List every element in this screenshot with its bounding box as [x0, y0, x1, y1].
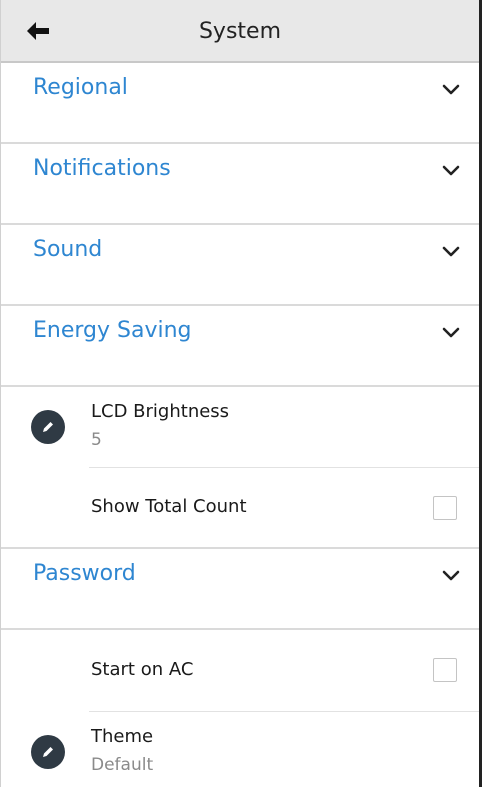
chevron-down-icon	[442, 84, 460, 95]
show-total-count-checkbox[interactable]	[433, 496, 457, 520]
start-on-ac-checkbox[interactable]	[433, 658, 457, 682]
chevron-down-icon	[442, 570, 460, 581]
settings-panel: System Regional Notifications Sound Ener…	[0, 0, 482, 787]
show-total-count-label: Show Total Count	[91, 496, 247, 517]
section-label-energy-saving: Energy Saving	[33, 318, 192, 343]
theme-value: Default	[91, 755, 154, 775]
section-label-sound: Sound	[33, 237, 103, 262]
setting-theme[interactable]: Theme Default	[1, 712, 479, 787]
setting-show-total-count[interactable]: Show Total Count	[1, 468, 479, 549]
lcd-brightness-value: 5	[91, 430, 102, 450]
setting-lcd-brightness[interactable]: LCD Brightness 5	[1, 387, 479, 468]
section-notifications[interactable]: Notifications	[1, 144, 479, 225]
chevron-down-icon	[442, 327, 460, 338]
pencil-icon[interactable]	[31, 735, 65, 769]
section-label-regional: Regional	[33, 75, 128, 100]
lcd-brightness-label: LCD Brightness	[91, 401, 230, 422]
pencil-icon[interactable]	[31, 410, 65, 444]
section-password[interactable]: Password	[1, 549, 479, 630]
section-label-notifications: Notifications	[33, 156, 171, 181]
section-regional[interactable]: Regional	[1, 63, 479, 144]
section-label-password: Password	[33, 561, 136, 586]
chevron-down-icon	[442, 246, 460, 257]
section-sound[interactable]: Sound	[1, 225, 479, 306]
chevron-down-icon	[442, 165, 460, 176]
theme-label: Theme	[91, 726, 154, 747]
page-title: System	[198, 19, 282, 44]
start-on-ac-label: Start on AC	[91, 659, 194, 680]
header-bar: System	[1, 0, 479, 63]
setting-start-on-ac[interactable]: Start on AC	[1, 630, 479, 712]
section-energy-saving[interactable]: Energy Saving	[1, 306, 479, 387]
